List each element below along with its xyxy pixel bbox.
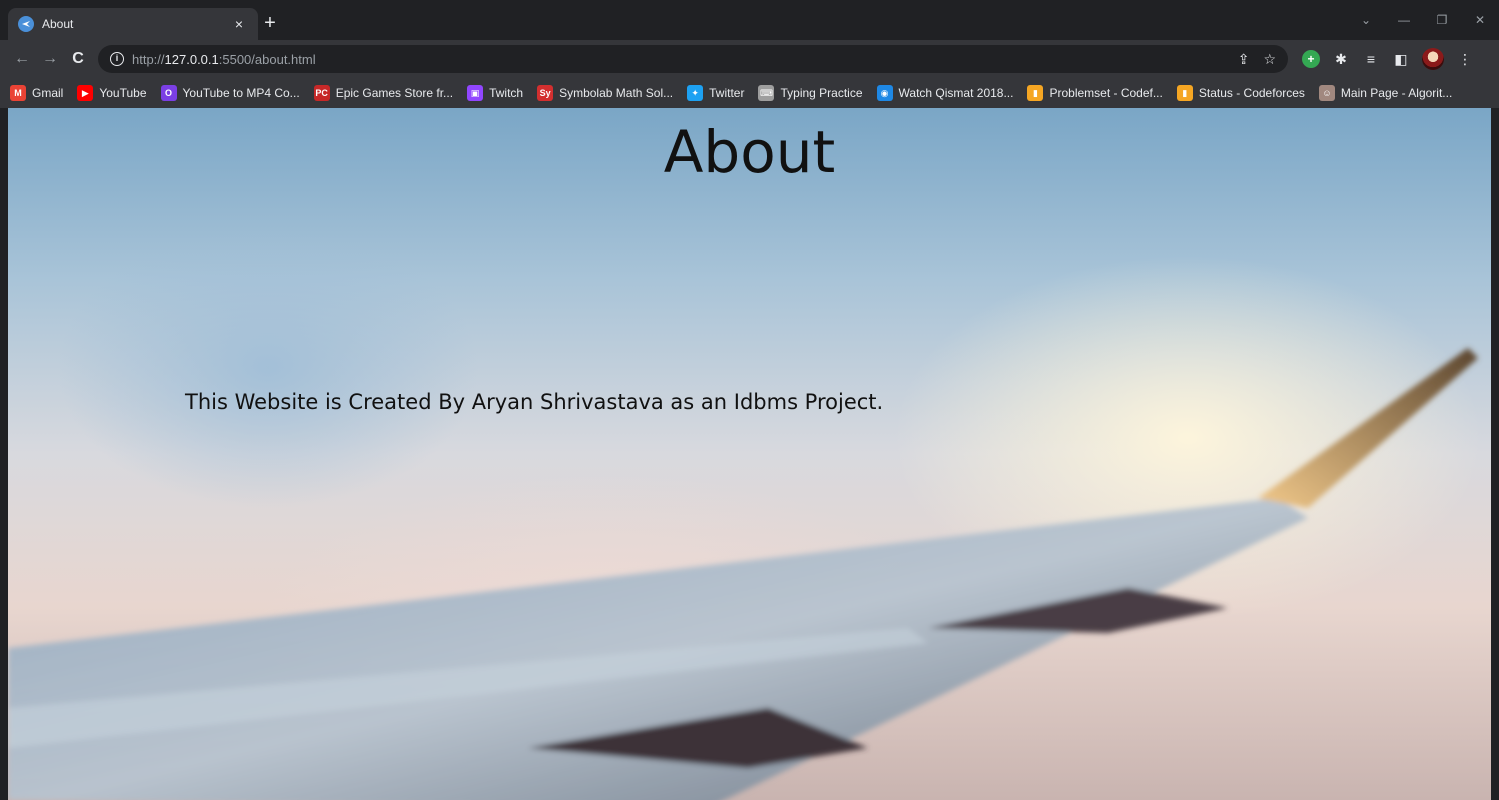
page-viewport: About This Website is Created By Aryan S…	[8, 108, 1491, 800]
bookmark-item[interactable]: ✦ Twitter	[687, 85, 744, 101]
youtube-icon: ▶	[77, 85, 94, 101]
bookmark-label: Gmail	[32, 86, 64, 100]
gmail-icon: M	[10, 85, 26, 101]
side-panel-icon[interactable]: ◧	[1392, 50, 1410, 68]
menu-icon[interactable]: ⋮	[1456, 50, 1474, 68]
codeforces-icon: ▮	[1176, 85, 1193, 101]
forward-icon[interactable]: →	[36, 45, 64, 73]
converter-icon: O	[160, 85, 177, 101]
bookmark-label: YouTube	[99, 86, 147, 100]
close-icon[interactable]: ×	[230, 16, 248, 32]
bookmark-label: Watch Qismat 2018...	[898, 86, 1014, 100]
reload-icon[interactable]: C	[64, 45, 92, 73]
bookmark-label: Symbolab Math Sol...	[559, 86, 674, 100]
page-title: About	[663, 118, 836, 186]
tab-strip: About × + ⌄ — ❐ ✕	[0, 0, 1499, 40]
puzzle-icon[interactable]: ✱	[1332, 50, 1350, 68]
share-icon[interactable]: ⇪	[1238, 51, 1250, 68]
bookmark-label: YouTube to MP4 Co...	[182, 86, 300, 100]
tab-about[interactable]: About ×	[8, 8, 258, 40]
twitter-icon: ✦	[687, 85, 704, 101]
bookmark-label: Twitter	[709, 86, 745, 100]
keyboard-icon: ⌨	[758, 85, 775, 101]
extension-green-icon[interactable]: +	[1302, 50, 1320, 68]
window-controls: ⌄ — ❐ ✕	[1347, 0, 1499, 40]
restore-icon[interactable]: ❐	[1423, 0, 1461, 40]
chevron-down-icon[interactable]: ⌄	[1347, 0, 1385, 40]
watch-icon: ◉	[876, 85, 893, 101]
bookmark-item[interactable]: ⌨ Typing Practice	[758, 85, 863, 101]
bookmark-label: Twitch	[489, 86, 524, 100]
minimize-icon[interactable]: —	[1385, 0, 1423, 40]
info-icon[interactable]: i	[110, 52, 124, 66]
codeforces-icon: ▮	[1027, 85, 1044, 101]
url-host: 127.0.0.1	[164, 51, 219, 67]
bookmark-label: Status - Codeforces	[1198, 86, 1305, 100]
new-tab-button[interactable]: +	[258, 12, 282, 36]
bookmark-item[interactable]: ▮ Status - Codeforces	[1176, 85, 1305, 101]
bookmark-item[interactable]: ▣ Twitch	[467, 85, 523, 101]
avatar[interactable]	[1422, 48, 1444, 70]
bookmark-label: Epic Games Store fr...	[335, 86, 454, 100]
address-bar[interactable]: i http:// 127.0.0.1 :5500/about.html ⇪ ☆	[98, 45, 1288, 73]
airplane-favicon-icon	[18, 16, 34, 32]
symbolab-icon: Sy	[537, 85, 554, 101]
tab-title: About	[42, 17, 74, 31]
bookmark-item[interactable]: Sy Symbolab Math Sol...	[537, 85, 673, 101]
extensions-area: + ✱ ≡ ◧ ⋮	[1302, 48, 1474, 70]
browser-window: About × + ⌄ — ❐ ✕ ← → C i http:// 127.0.…	[0, 0, 1499, 800]
omnibox-actions: ⇪ ☆	[1238, 51, 1276, 68]
bookmark-label: Main Page - Algorit...	[1340, 86, 1453, 100]
bookmark-label: Problemset - Codef...	[1049, 86, 1163, 100]
url-path: :5500/about.html	[218, 51, 316, 67]
close-window-icon[interactable]: ✕	[1461, 0, 1499, 40]
url-scheme: http://	[132, 51, 165, 67]
bookmark-item[interactable]: ▮ Problemset - Codef...	[1027, 85, 1163, 101]
twitch-icon: ▣	[467, 85, 484, 101]
pc-gamer-icon: PC	[313, 85, 330, 101]
airplane-wing-image	[8, 348, 1478, 800]
star-icon[interactable]: ☆	[1263, 51, 1276, 68]
page-description: This Website is Created By Aryan Shrivas…	[185, 390, 884, 414]
bookmarks-bar: M Gmail ▶ YouTube O YouTube to MP4 Co... PC Epi…	[0, 78, 1499, 108]
bookmark-item[interactable]: ◉ Watch Qismat 2018...	[876, 85, 1014, 101]
algorithmica-icon: ☺	[1318, 85, 1335, 101]
back-icon[interactable]: ←	[8, 45, 36, 73]
bookmark-item[interactable]: PC Epic Games Store fr...	[313, 85, 454, 101]
bookmark-item[interactable]: ☺ Main Page - Algorit...	[1318, 85, 1453, 101]
reading-list-icon[interactable]: ≡	[1362, 50, 1380, 68]
bookmark-item[interactable]: M Gmail	[10, 85, 63, 101]
bookmark-item[interactable]: O YouTube to MP4 Co...	[160, 85, 300, 101]
bookmark-item[interactable]: ▶ YouTube	[77, 85, 147, 101]
bookmark-label: Typing Practice	[780, 86, 863, 100]
toolbar: ← → C i http:// 127.0.0.1 :5500/about.ht…	[0, 40, 1499, 78]
